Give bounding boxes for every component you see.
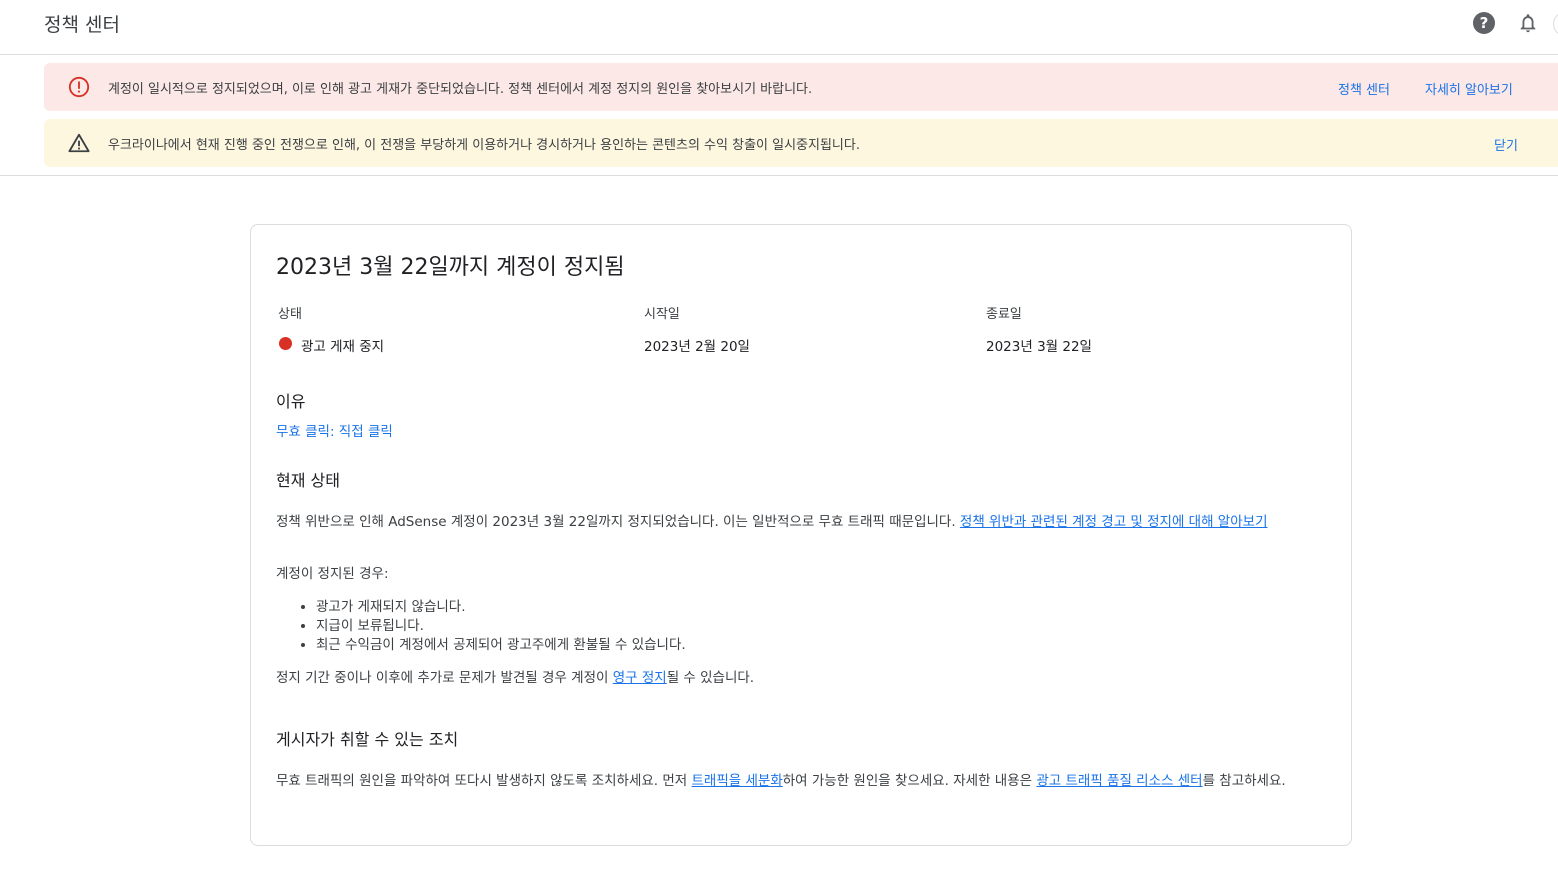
traffic-quality-center-link[interactable]: 광고 트래픽 품질 리소스 센터	[1036, 773, 1202, 789]
card-title: 2023년 3월 22일까지 계정이 정지됨	[276, 255, 625, 280]
publisher-actions-heading: 게시자가 취할 수 있는 조치	[276, 730, 459, 749]
permanent-text-end: 될 수 있습니다.	[666, 670, 755, 686]
status-label: 상태	[278, 307, 302, 322]
header-divider	[0, 175, 1558, 176]
actions-text: 하여 가능한 원인을 찾으세요. 자세한 내용은	[782, 773, 1037, 789]
current-status-heading: 현재 상태	[276, 471, 340, 490]
notifications-bell-icon[interactable]	[1517, 11, 1539, 35]
learn-more-link[interactable]: 자세히 알아보기	[1425, 79, 1513, 98]
permanent-suspension-link[interactable]: 영구 정지	[613, 670, 667, 686]
reason-link[interactable]: 무효 클릭: 직접 클릭	[276, 420, 393, 440]
dismiss-link[interactable]: 닫기	[1494, 135, 1518, 154]
permanent-suspension-paragraph: 정지 기간 중이나 이후에 추가로 문제가 발견될 경우 계정이 영구 정지될 …	[276, 669, 1336, 687]
page-title: 정책 센터	[44, 14, 120, 36]
status-dot-icon	[279, 337, 292, 350]
account-avatar[interactable]	[1553, 12, 1558, 36]
end-date-label: 종료일	[986, 307, 1022, 322]
ukraine-warning-banner: 우크라이나에서 현재 진행 중인 전쟁으로 인해, 이 전쟁을 부당하게 이용하…	[44, 119, 1558, 167]
start-date-value: 2023년 2월 20일	[644, 339, 750, 355]
segment-traffic-link[interactable]: 트래픽을 세분화	[692, 773, 783, 789]
top-app-bar: 정책 센터 ?	[0, 0, 1558, 55]
help-icon[interactable]: ?	[1473, 12, 1495, 34]
error-banner-message: 계정이 일시적으로 정지되었으며, 이로 인해 광고 게재가 중단되었습니다. …	[108, 82, 813, 97]
consequence-list: 광고가 게재되지 않습니다. 지급이 보류됩니다. 최근 수익금이 계정에서 공…	[276, 598, 686, 655]
start-date-label: 시작일	[644, 307, 680, 322]
reason-heading: 이유	[276, 392, 306, 411]
list-item: 광고가 게재되지 않습니다.	[316, 598, 686, 617]
list-item: 최근 수익금이 계정에서 공제되어 광고주에게 환불될 수 있습니다.	[316, 636, 686, 655]
current-status-paragraph: 정책 위반으로 인해 AdSense 계정이 2023년 3월 22일까지 정지…	[276, 513, 1336, 531]
permanent-text: 정지 기간 중이나 이후에 추가로 문제가 발견될 경우 계정이	[276, 670, 613, 686]
current-status-text: 정책 위반으로 인해 AdSense 계정이 2023년 3월 22일까지 정지…	[276, 514, 960, 530]
suspended-intro: 계정이 정지된 경우:	[276, 566, 389, 582]
publisher-actions-paragraph: 무효 트래픽의 원인을 파악하여 또다시 발생하지 않도록 조치하세요. 먼저 …	[276, 772, 1336, 790]
list-item: 지급이 보류됩니다.	[316, 617, 686, 636]
error-icon	[68, 76, 90, 98]
warning-banner-message: 우크라이나에서 현재 진행 중인 전쟁으로 인해, 이 전쟁을 부당하게 이용하…	[108, 138, 860, 153]
policy-violation-learn-link[interactable]: 정책 위반과 관련된 계정 경고 및 정지에 대해 알아보기	[960, 514, 1268, 530]
policy-center-link[interactable]: 정책 센터	[1338, 79, 1390, 98]
actions-text: 를 참고하세요.	[1202, 773, 1286, 789]
suspension-card: 2023년 3월 22일까지 계정이 정지됨 상태 시작일 종료일 광고 게재 …	[250, 224, 1352, 846]
warning-icon	[68, 133, 90, 153]
status-value: 광고 게재 중지	[301, 339, 385, 355]
actions-text: 무효 트래픽의 원인을 파악하여 또다시 발생하지 않도록 조치하세요. 먼저	[276, 773, 692, 789]
end-date-value: 2023년 3월 22일	[986, 339, 1092, 355]
suspension-error-banner: 계정이 일시적으로 정지되었으며, 이로 인해 광고 게재가 중단되었습니다. …	[44, 63, 1558, 111]
